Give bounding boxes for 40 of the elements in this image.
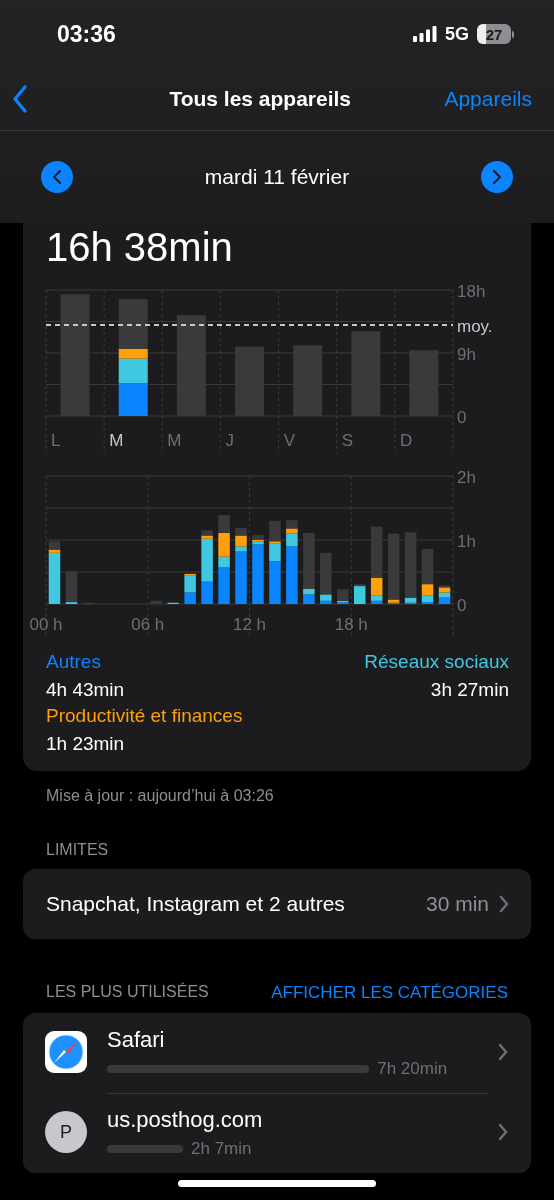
section-header: LIMITES <box>46 841 109 859</box>
axis-label: 00 h <box>29 615 63 634</box>
category-time: 1h 23min <box>46 733 126 755</box>
day-label: M <box>167 431 182 450</box>
battery-icon: 27 <box>477 24 511 44</box>
category-name: Productivité et finances <box>46 705 244 727</box>
usage-time: 2h 7min <box>191 1139 252 1159</box>
day-label: M <box>109 431 124 450</box>
network-label: 5G <box>445 23 469 45</box>
day-label: D <box>399 431 413 450</box>
day-label: V <box>283 431 295 450</box>
app-name: us.posthog.com <box>107 1107 264 1133</box>
screen-title: Tous les appareils <box>168 87 353 111</box>
axis-label: 1h <box>457 532 476 551</box>
section-header: LES PLUS UTILISÉES <box>46 983 209 1002</box>
axis-label: 18h <box>457 283 486 301</box>
status-time: 03:36 <box>57 20 117 48</box>
axis-label: 06 h <box>131 615 165 634</box>
letter-avatar: P <box>45 1111 87 1153</box>
average-label: moy. <box>457 317 493 336</box>
axis-label: 0 <box>457 408 467 427</box>
limit-value: 30 min <box>425 892 489 916</box>
category-name: Autres <box>46 651 102 673</box>
category-name: Réseaux sociaux <box>364 651 509 673</box>
limit-label: Snapchat, Instagram et 2 autres <box>46 892 346 916</box>
app-name: Safari <box>107 1027 166 1053</box>
axis-label: 0 <box>457 596 467 615</box>
day-label: S <box>341 431 354 450</box>
day-label: L <box>51 431 61 450</box>
axis-label: 2h <box>457 468 476 487</box>
axis-label: 12 h <box>232 615 267 634</box>
category-time: 3h 27min <box>429 679 509 701</box>
day-label: J <box>225 431 234 450</box>
date-label: mardi 11 février <box>204 165 350 189</box>
usage-time: 7h 20min <box>377 1059 448 1079</box>
total-time: 16h 38min <box>46 224 234 269</box>
category-time: 4h 43min <box>46 679 126 701</box>
update-note: Mise à jour : aujourd’hui à 03:26 <box>45 786 275 805</box>
axis-label: 9h <box>457 345 476 364</box>
axis-label: 18 h <box>334 615 368 634</box>
